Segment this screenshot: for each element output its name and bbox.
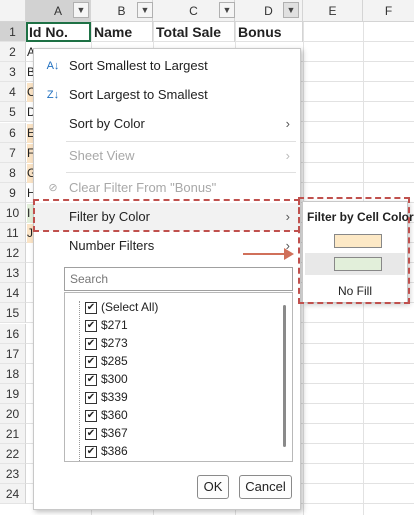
row-header[interactable]: 24 — [0, 484, 26, 505]
checklist-item-label: $300 — [101, 372, 128, 386]
highlight-filter-by-color — [33, 199, 300, 232]
row-header[interactable]: 13 — [0, 263, 26, 284]
checkbox-checked-icon[interactable]: ✔ — [85, 445, 97, 458]
row-header[interactable]: 14 — [0, 283, 26, 304]
filter-dropdown-id-no[interactable]: ▼ — [73, 2, 89, 18]
header-cell-total-sale[interactable]: Total Sale — [153, 22, 235, 42]
checklist-item-label: $273 — [101, 336, 128, 350]
checklist-item-label: $271 — [101, 318, 128, 332]
filter-dropdown-bonus[interactable]: ▼ — [283, 2, 299, 18]
selected-cell-a1 — [26, 22, 91, 42]
row-header[interactable]: 3 — [0, 62, 26, 83]
row-header[interactable]: 19 — [0, 383, 26, 404]
row-header[interactable]: 21 — [0, 424, 26, 445]
checkbox-checked-icon[interactable]: ✔ — [85, 355, 97, 368]
row-header[interactable]: 8 — [0, 162, 26, 183]
row-header[interactable]: 4 — [0, 82, 26, 103]
checkbox-checked-icon[interactable]: ✔ — [85, 337, 97, 350]
select-all-corner[interactable] — [0, 0, 26, 22]
chevron-right-icon: › — [285, 116, 290, 131]
checklist-item-label: $339 — [101, 390, 128, 404]
autofilter-menu: A↓ Sort Smallest to Largest Z↓ Sort Larg… — [33, 48, 301, 510]
header-cell-bonus[interactable]: Bonus — [235, 22, 303, 42]
row-header[interactable]: 18 — [0, 363, 26, 384]
checklist-item-label: (Select All) — [101, 300, 159, 314]
header-cell-bonus-text: Bonus — [238, 24, 282, 40]
sort-descending-item[interactable]: Z↓ Sort Largest to Smallest — [34, 81, 300, 109]
row-header[interactable]: 11 — [0, 223, 26, 244]
scrollbar-thumb[interactable] — [283, 305, 286, 447]
col-header-f[interactable]: F — [363, 0, 414, 22]
row-header[interactable]: 22 — [0, 444, 26, 465]
callout-arrow-head — [284, 248, 294, 260]
sort-ascending-label: Sort Smallest to Largest — [69, 58, 208, 73]
row-header[interactable]: 6 — [0, 122, 26, 143]
sort-az-icon: A↓ — [46, 60, 60, 72]
checklist-item[interactable]: ✔ $300 — [85, 370, 128, 388]
highlight-submenu — [298, 197, 410, 304]
row-header[interactable]: 23 — [0, 464, 26, 485]
col-header-e[interactable]: E — [303, 0, 363, 22]
checklist-item[interactable]: ✔ $367 — [85, 424, 128, 442]
header-cell-total-sale-text: Total Sale — [156, 24, 222, 40]
number-filters-label: Number Filters — [69, 238, 155, 253]
checklist-item-label: $367 — [101, 426, 128, 440]
clear-filter-icon: ⊘ — [48, 182, 58, 194]
checklist-item[interactable]: ✔ (Select All) — [85, 298, 158, 316]
row-header[interactable]: 17 — [0, 343, 26, 364]
clear-filter-item: ⊘ Clear Filter From "Bonus" — [34, 174, 300, 202]
checklist-item[interactable]: ✔ $271 — [85, 316, 128, 334]
checklist-item[interactable]: ✔ $360 — [85, 406, 128, 424]
row-header[interactable]: 9 — [0, 182, 26, 203]
sort-descending-label: Sort Largest to Smallest — [69, 87, 208, 102]
row-header[interactable]: 1 — [0, 22, 26, 43]
checkbox-checked-icon[interactable]: ✔ — [85, 391, 97, 404]
checklist-item[interactable]: ✔ $339 — [85, 388, 128, 406]
sort-by-color-label: Sort by Color — [69, 116, 145, 131]
checklist-item-label: $386 — [101, 444, 128, 458]
values-checklist[interactable]: ✔ (Select All) ✔ $271 ✔ $273 ✔ $285 ✔ $300 ✔ $339 ✔ $… — [64, 292, 293, 462]
row-header[interactable]: 10 — [0, 202, 26, 223]
row-header[interactable]: 16 — [0, 323, 26, 344]
clear-filter-label: Clear Filter From "Bonus" — [69, 180, 217, 195]
row-header[interactable]: 20 — [0, 403, 26, 424]
cancel-button[interactable]: Cancel — [239, 475, 292, 499]
ok-button[interactable]: OK — [197, 475, 229, 499]
callout-arrow-line — [243, 253, 288, 255]
filter-dropdown-name[interactable]: ▼ — [137, 2, 153, 18]
filter-dropdown-total-sale[interactable]: ▼ — [219, 2, 235, 18]
checkbox-checked-icon[interactable]: ✔ — [85, 319, 97, 332]
checkbox-checked-icon[interactable]: ✔ — [85, 373, 97, 386]
row-header[interactable]: 15 — [0, 303, 26, 324]
number-filters-item[interactable]: Number Filters › — [34, 232, 300, 260]
checkbox-checked-icon[interactable]: ✔ — [85, 409, 97, 422]
sort-za-icon: Z↓ — [46, 89, 60, 101]
sheet-view-label: Sheet View — [69, 148, 135, 163]
sort-by-color-item[interactable]: Sort by Color › — [34, 110, 300, 138]
search-placeholder: Search — [70, 272, 109, 286]
sheet-view-item: Sheet View › — [34, 142, 300, 170]
checklist-item-label: $360 — [101, 408, 128, 422]
column-header-bar: A B C D E F — [0, 0, 414, 22]
checklist-item[interactable]: ✔ $386 — [85, 442, 128, 460]
chevron-right-icon: › — [285, 148, 290, 163]
menu-separator — [66, 172, 296, 173]
row-header[interactable]: 7 — [0, 142, 26, 163]
checklist-item[interactable]: ✔ $285 — [85, 352, 128, 370]
checklist-item-label: $285 — [101, 354, 128, 368]
tree-guide-line — [79, 301, 80, 461]
row-header[interactable]: 12 — [0, 243, 26, 264]
header-cell-name[interactable]: Name — [91, 22, 153, 42]
row-header[interactable]: 2 — [0, 42, 26, 63]
checkbox-checked-icon[interactable]: ✔ — [85, 427, 97, 440]
header-cell-name-text: Name — [94, 24, 133, 40]
checkbox-checked-icon[interactable]: ✔ — [85, 301, 97, 314]
checklist-item[interactable]: ✔ $273 — [85, 334, 128, 352]
sort-ascending-item[interactable]: A↓ Sort Smallest to Largest — [34, 52, 300, 80]
search-input[interactable]: Search — [64, 267, 293, 291]
row-header[interactable]: 5 — [0, 102, 26, 123]
